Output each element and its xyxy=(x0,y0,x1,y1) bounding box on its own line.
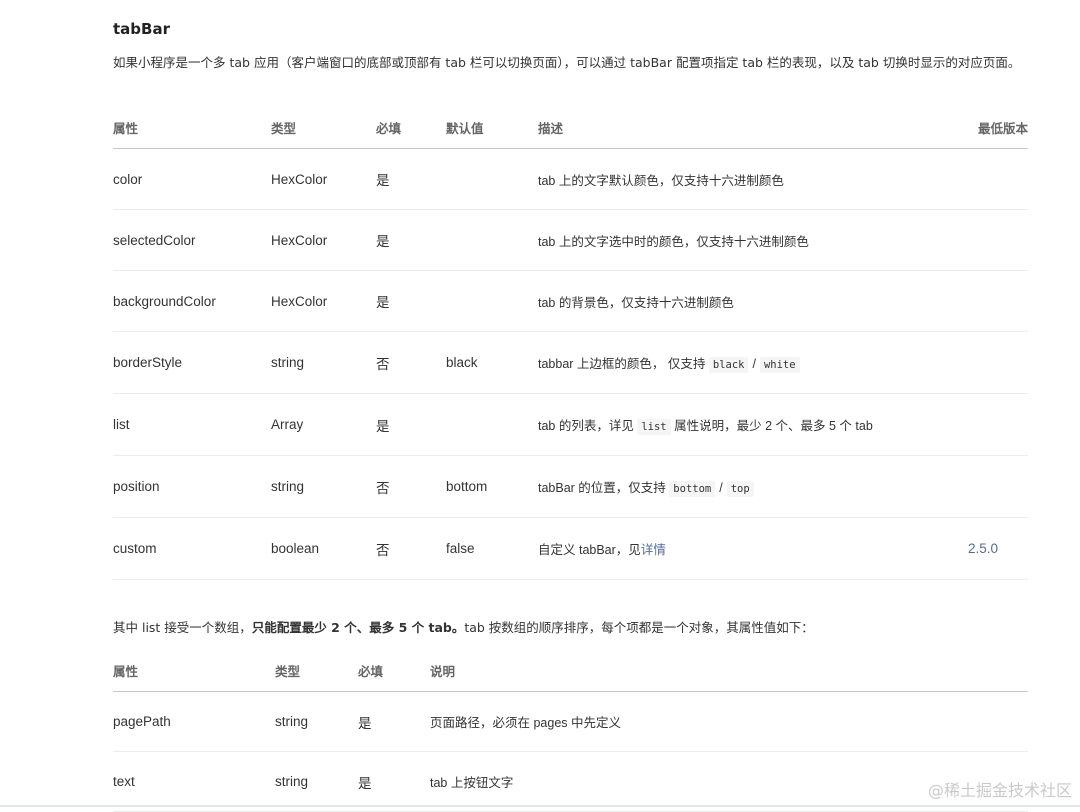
cell-default: bottom xyxy=(446,455,538,518)
header-required: 必填 xyxy=(358,649,430,692)
list-desc-bold: 只能配置最少 2 个、最多 5 个 tab。 xyxy=(251,620,465,635)
cell-desc: 页面路径，必须在 pages 中先定义 xyxy=(430,691,1028,752)
cell-prop: text xyxy=(113,751,275,812)
table-row: borderStyle string 否 black tabbar 上边框的颜色… xyxy=(113,331,1028,394)
desc-text: 自定义 tabBar，见 xyxy=(538,543,641,557)
cell-type: string xyxy=(275,751,358,812)
separator: / xyxy=(752,357,756,371)
cell-version xyxy=(938,209,1028,271)
cell-prop: list xyxy=(113,393,271,456)
cell-prop: custom xyxy=(113,517,271,580)
cell-version xyxy=(938,270,1028,332)
table-header-row: 属性 类型 必填 说明 xyxy=(113,649,1028,692)
cell-required: 否 xyxy=(376,517,446,580)
cell-desc: 自定义 tabBar，见详情 xyxy=(538,517,938,580)
table-header-row: 属性 类型 必填 默认值 描述 最低版本 xyxy=(113,106,1028,149)
cell-desc: tab 上的文字选中时的颜色，仅支持十六进制颜色 xyxy=(538,209,938,271)
cell-required: 否 xyxy=(376,455,446,518)
cell-required: 是 xyxy=(376,148,446,210)
cell-prop: backgroundColor xyxy=(113,270,271,332)
code-black: black xyxy=(708,357,749,373)
table-row: color HexColor 是 tab 上的文字默认颜色，仅支持十六进制颜色 xyxy=(113,148,1028,210)
desc-text: tabBar 的位置，仅支持 xyxy=(538,481,666,495)
cell-prop: color xyxy=(113,148,271,210)
cell-version: 2.5.0 xyxy=(938,517,1028,580)
cell-prop: selectedColor xyxy=(113,209,271,271)
list-item-table: 属性 类型 必填 说明 pagePath string 是 页面路径，必须在 p… xyxy=(113,649,1028,812)
cell-prop: pagePath xyxy=(113,691,275,752)
header-prop: 属性 xyxy=(113,106,271,149)
cell-required: 是 xyxy=(376,209,446,271)
watermark: @稀土掘金技术社区 xyxy=(927,781,1072,800)
section-title: tabBar xyxy=(113,20,170,38)
cell-required: 是 xyxy=(358,691,430,752)
cell-desc: tab 上的文字默认颜色，仅支持十六进制颜色 xyxy=(538,148,938,210)
cell-default xyxy=(446,148,538,210)
cell-default: black xyxy=(446,331,538,394)
cell-desc: tab 的列表，详见 list 属性说明，最少 2 个、最多 5 个 tab xyxy=(538,393,938,456)
header-required: 必填 xyxy=(376,106,446,149)
table-row: backgroundColor HexColor 是 tab 的背景色，仅支持十… xyxy=(113,270,1028,332)
table-row: position string 否 bottom tabBar 的位置，仅支持 … xyxy=(113,455,1028,518)
code-white: white xyxy=(759,357,800,373)
cell-desc: tabbar 上边框的颜色， 仅支持 black / white xyxy=(538,331,938,394)
cell-default: false xyxy=(446,517,538,580)
table-row: selectedColor HexColor 是 tab 上的文字选中时的颜色，… xyxy=(113,209,1028,271)
list-description: 其中 list 接受一个数组，只能配置最少 2 个、最多 5 个 tab。tab… xyxy=(113,617,814,636)
cell-version xyxy=(938,455,1028,518)
cell-type: HexColor xyxy=(271,209,376,271)
cell-type: string xyxy=(275,691,358,752)
cell-required: 是 xyxy=(376,393,446,456)
cell-type: HexColor xyxy=(271,148,376,210)
cell-type: boolean xyxy=(271,517,376,580)
table-row: custom boolean 否 false 自定义 tabBar，见详情 2.… xyxy=(113,517,1028,580)
tabbar-config-table: 属性 类型 必填 默认值 描述 最低版本 color HexColor 是 ta… xyxy=(113,106,1028,580)
table-row: text string 是 tab 上按钮文字 xyxy=(113,751,1028,812)
cell-type: string xyxy=(271,331,376,394)
cell-required: 是 xyxy=(358,751,430,812)
cell-type: string xyxy=(271,455,376,518)
separator: / xyxy=(719,481,723,495)
desc-text: tabbar 上边框的颜色， 仅支持 xyxy=(538,357,706,371)
cell-version xyxy=(938,331,1028,394)
desc-text: tab 的列表，详见 xyxy=(538,419,634,433)
cell-required: 否 xyxy=(376,331,446,394)
cell-default xyxy=(446,270,538,332)
header-version: 最低版本 xyxy=(938,106,1028,149)
table-row: list Array 是 tab 的列表，详见 list 属性说明，最少 2 个… xyxy=(113,393,1028,456)
cell-required: 是 xyxy=(376,270,446,332)
cell-type: HexColor xyxy=(271,270,376,332)
header-desc: 描述 xyxy=(538,106,938,149)
header-desc: 说明 xyxy=(430,649,1028,692)
cell-type: Array xyxy=(271,393,376,456)
intro-paragraph: 如果小程序是一个多 tab 应用（客户端窗口的底部或顶部有 tab 栏可以切换页… xyxy=(113,55,1021,70)
header-type: 类型 xyxy=(275,649,358,692)
table-row: pagePath string 是 页面路径，必须在 pages 中先定义 xyxy=(113,691,1028,752)
cell-default xyxy=(446,209,538,271)
cell-default xyxy=(446,393,538,456)
cell-prop: borderStyle xyxy=(113,331,271,394)
cell-desc: tabBar 的位置，仅支持 bottom / top xyxy=(538,455,938,518)
header-default: 默认值 xyxy=(446,106,538,149)
details-link[interactable]: 详情 xyxy=(641,543,666,557)
desc-text-suffix: 属性说明，最少 2 个、最多 5 个 tab xyxy=(674,419,873,433)
code-list: list xyxy=(637,419,671,435)
header-prop: 属性 xyxy=(113,649,275,692)
header-type: 类型 xyxy=(271,106,376,149)
cell-desc: tab 的背景色，仅支持十六进制颜色 xyxy=(538,270,938,332)
cell-version xyxy=(938,393,1028,456)
code-bottom: bottom xyxy=(669,481,716,497)
cell-version xyxy=(938,148,1028,210)
list-desc-c: tab 按数组的顺序排序，每个项都是一个对象，其属性值如下： xyxy=(464,620,814,635)
cell-prop: position xyxy=(113,455,271,518)
code-top: top xyxy=(726,481,754,497)
list-desc-a: 其中 list 接受一个数组， xyxy=(113,620,252,635)
